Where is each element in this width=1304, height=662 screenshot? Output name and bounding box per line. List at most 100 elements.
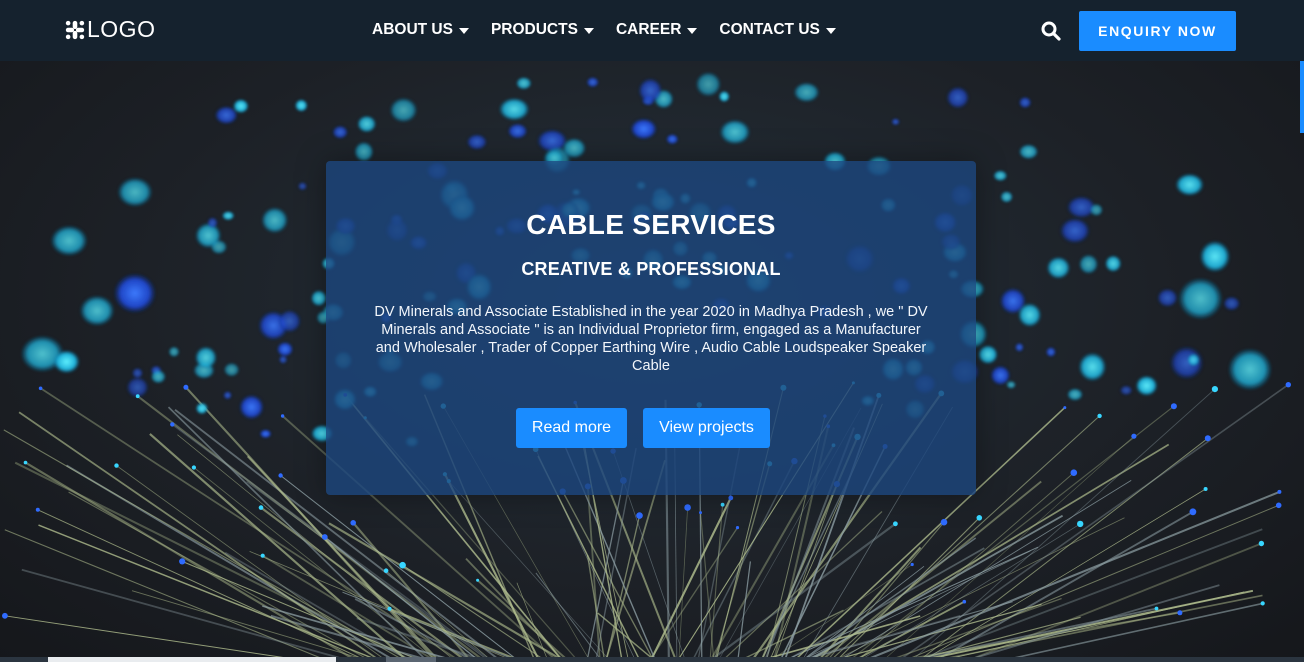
fiber-tip <box>387 606 392 611</box>
hero-title: CABLE SERVICES <box>526 209 776 240</box>
bokeh-light <box>793 82 820 102</box>
fiber-tip <box>170 422 175 427</box>
bokeh-light <box>891 118 900 126</box>
logo-text: LOGO <box>87 16 156 42</box>
fiber-tip <box>1203 487 1208 491</box>
fiber-tip <box>321 534 328 540</box>
fiber-tip <box>720 502 725 507</box>
hero-subtitle: CREATIVE & PROFESSIONAL <box>521 259 781 279</box>
bokeh-light <box>80 295 114 326</box>
logo[interactable]: LOGO <box>64 16 155 43</box>
bokeh-light <box>1178 278 1223 320</box>
fiber-tip <box>1277 489 1282 494</box>
bokeh-light <box>1019 144 1038 160</box>
bokeh-light <box>499 98 530 121</box>
fiber-tip <box>183 384 189 390</box>
fiber-strand <box>516 582 549 662</box>
scroll-indicator <box>1300 61 1304 133</box>
bokeh-light <box>586 77 599 88</box>
fiber-tip <box>35 507 40 512</box>
bokeh-light <box>1046 347 1056 357</box>
bokeh-light <box>207 217 218 229</box>
fiber-strand <box>4 615 317 662</box>
nav-item-products[interactable]: PRODUCTS <box>491 21 594 39</box>
bokeh-light <box>223 391 232 400</box>
fiber-tip <box>1170 403 1177 410</box>
bokeh-light <box>1157 288 1178 307</box>
bokeh-light <box>630 118 657 140</box>
fiber-tip <box>258 505 264 510</box>
search-icon <box>1041 21 1061 41</box>
fiber-strand <box>586 486 601 662</box>
bokeh-light <box>946 86 969 109</box>
fiber-strand <box>605 515 641 662</box>
fiber-tip <box>135 394 140 399</box>
bokeh-light <box>1105 255 1122 272</box>
bokeh-light <box>466 134 487 150</box>
caret-down-icon <box>687 27 698 34</box>
nav-item-label: CAREER <box>615 21 682 38</box>
bokeh-light <box>1060 218 1090 244</box>
bokeh-light <box>261 207 288 233</box>
search-button[interactable] <box>1040 20 1062 42</box>
nav-item-label: CONTACT US <box>719 21 820 38</box>
fiber-tip <box>1177 610 1183 616</box>
hero-description: DV Minerals and Associate Established in… <box>374 304 928 374</box>
fiber-tip <box>476 578 480 582</box>
fiber-tip <box>260 553 265 558</box>
fiber-tip <box>179 558 186 565</box>
bokeh-light <box>516 77 532 90</box>
bokeh-light <box>51 225 88 256</box>
fiber-tip <box>114 463 119 468</box>
nav-item-career[interactable]: CAREER <box>615 21 698 39</box>
fiber-tip <box>383 568 389 573</box>
bokeh-light <box>1018 303 1042 327</box>
fiber-tip <box>2 612 8 619</box>
fiber-tip <box>728 495 734 501</box>
bokeh-light <box>1046 256 1070 279</box>
bottom-strip <box>0 657 1304 662</box>
bokeh-light <box>332 125 348 139</box>
bokeh-light <box>239 395 264 420</box>
bokeh-light <box>357 115 377 133</box>
bokeh-light <box>233 99 249 113</box>
fiber-tip <box>191 465 196 470</box>
fiber-strand <box>961 542 1262 662</box>
fiber-tip <box>1285 382 1292 388</box>
fiber-tip <box>1097 413 1102 419</box>
bokeh-light <box>279 355 288 364</box>
bokeh-light <box>224 362 240 377</box>
bokeh-light <box>1223 296 1240 311</box>
fiber-strand <box>648 497 732 662</box>
caret-down-icon <box>458 27 469 34</box>
fiber-tip <box>1275 502 1282 509</box>
bokeh-light <box>507 123 528 139</box>
fiber-tip <box>636 512 643 519</box>
fiber-tip <box>399 561 406 569</box>
view-projects-button[interactable]: View projects <box>643 408 770 448</box>
bokeh-light <box>719 119 750 145</box>
fiber-tip <box>1189 508 1197 516</box>
bokeh-light <box>695 72 721 97</box>
bokeh-light <box>53 350 80 374</box>
bokeh-light <box>990 365 1011 386</box>
top-navbar: LOGO ABOUT US PRODUCTS CAREER CONTACT US… <box>0 0 1304 61</box>
read-more-button[interactable]: Read more <box>516 408 627 448</box>
bokeh-light <box>1000 191 1013 203</box>
fiber-tip <box>735 526 740 530</box>
fiber-tip <box>1258 540 1265 547</box>
bokeh-light <box>1200 241 1230 272</box>
fiber-tip <box>962 599 967 604</box>
enquiry-now-button[interactable]: ENQUIRY NOW <box>1079 11 1236 51</box>
bokeh-light <box>210 240 227 254</box>
nav-item-about-us[interactable]: ABOUT US <box>372 21 469 39</box>
fiber-tip <box>1070 469 1078 477</box>
bokeh-light <box>978 345 998 364</box>
bokeh-light <box>151 370 166 384</box>
bokeh-light <box>718 91 730 102</box>
fiber-tip <box>23 460 28 465</box>
bottom-strip-segment <box>48 657 336 662</box>
nav-item-contact-us[interactable]: CONTACT US <box>719 21 836 39</box>
hero-section: CABLE SERVICES CREATIVE & PROFESSIONAL D… <box>0 61 1304 662</box>
fiber-tip <box>1077 520 1084 528</box>
